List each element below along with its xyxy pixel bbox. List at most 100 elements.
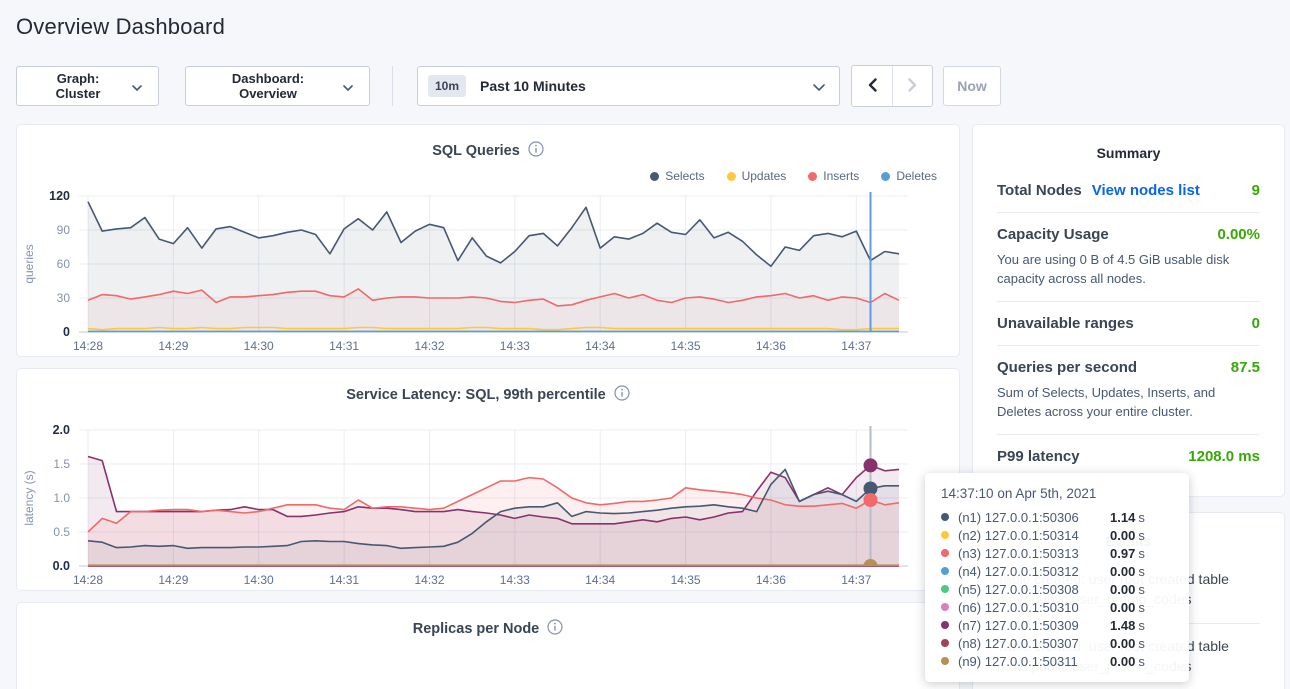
charts-column: SQL Queries Selects Updates Inserts Dele…	[16, 124, 960, 689]
time-prev-button[interactable]	[852, 66, 892, 106]
node-dot-icon	[941, 513, 949, 521]
summary-panel: Summary Total Nodes View nodes list 9 Ca…	[972, 124, 1285, 497]
sql-queries-chart[interactable]: 14:28 14:29 14:30 14:31 14:32 14:33 14:34 14:35…	[17, 186, 961, 356]
replicas-per-node-title: Replicas per Node	[413, 621, 540, 637]
svg-text:queries: queries	[22, 244, 36, 283]
updates-dot-icon	[727, 172, 736, 181]
sql-queries-legend: Selects Updates Inserts Deletes	[17, 162, 959, 184]
node-dot-icon	[941, 585, 949, 593]
summary-title: Summary	[997, 141, 1260, 169]
chevron-right-icon	[908, 78, 917, 95]
info-icon[interactable]	[528, 141, 544, 162]
page-title: Overview Dashboard	[16, 14, 1290, 40]
tooltip-row-n7: (n7) 127.0.0.1:503091.48s	[941, 616, 1173, 634]
tooltip-row-n1: (n1) 127.0.0.1:503061.14s	[941, 508, 1173, 526]
qps-value: 87.5	[1231, 359, 1260, 376]
tooltip-row-n9: (n9) 127.0.0.1:503110.00s	[941, 652, 1173, 670]
node-dot-icon	[941, 621, 949, 629]
tooltip-row-n4: (n4) 127.0.0.1:503120.00s	[941, 562, 1173, 580]
svg-text:14:30: 14:30	[244, 573, 274, 587]
info-icon[interactable]	[547, 619, 563, 640]
selects-dot-icon	[650, 172, 659, 181]
inserts-dot-icon	[808, 172, 817, 181]
controls-divider	[392, 66, 393, 106]
node-dot-icon	[941, 657, 949, 665]
time-next-button[interactable]	[892, 66, 932, 106]
svg-text:0.0: 0.0	[53, 559, 70, 573]
summary-row-capacity-usage: Capacity Usage 0.00% You are using 0 B o…	[997, 212, 1260, 301]
sql-queries-card: SQL Queries Selects Updates Inserts Dele…	[16, 124, 960, 357]
svg-text:14:32: 14:32	[414, 339, 444, 353]
svg-text:14:35: 14:35	[671, 573, 701, 587]
summary-row-total-nodes: Total Nodes View nodes list 9	[997, 169, 1260, 212]
svg-text:latency (s): latency (s)	[22, 470, 36, 525]
legend-item-selects[interactable]: Selects	[650, 168, 704, 184]
svg-text:14:28: 14:28	[73, 339, 103, 353]
svg-text:60: 60	[57, 257, 71, 271]
summary-row-queries-per-second: Queries per second 87.5 Sum of Selects, …	[997, 345, 1260, 434]
node-dot-icon	[941, 549, 949, 557]
svg-text:14:33: 14:33	[500, 339, 530, 353]
svg-text:14:29: 14:29	[158, 339, 188, 353]
info-icon[interactable]	[614, 385, 630, 406]
chevron-down-icon	[132, 79, 142, 94]
graph-dropdown[interactable]: Graph: Cluster	[16, 66, 159, 106]
time-range-dropdown[interactable]: 10m Past 10 Minutes	[417, 66, 840, 106]
svg-text:1.0: 1.0	[53, 491, 70, 505]
svg-text:30: 30	[57, 291, 71, 305]
svg-text:14:28: 14:28	[73, 573, 103, 587]
service-latency-title: Service Latency: SQL, 99th percentile	[346, 387, 606, 403]
legend-item-inserts[interactable]: Inserts	[808, 168, 859, 184]
chevron-down-icon	[343, 79, 353, 94]
tooltip-row-n6: (n6) 127.0.0.1:503100.00s	[941, 598, 1173, 616]
dashboard-dropdown-label: Dashboard: Overview	[202, 71, 334, 101]
svg-text:1.5: 1.5	[53, 457, 70, 471]
svg-text:14:30: 14:30	[244, 339, 274, 353]
node-dot-icon	[941, 639, 949, 647]
capacity-usage-value: 0.00%	[1217, 226, 1260, 243]
svg-text:14:33: 14:33	[500, 573, 530, 587]
time-range-badge: 10m	[428, 75, 466, 97]
dashboard-dropdown[interactable]: Dashboard: Overview	[185, 66, 370, 106]
time-range-label: Past 10 Minutes	[480, 78, 586, 94]
replicas-per-node-card: Replicas per Node	[16, 602, 960, 689]
graph-dropdown-label: Graph: Cluster	[33, 71, 123, 101]
tooltip-row-n3: (n3) 127.0.0.1:503130.97s	[941, 544, 1173, 562]
sql-queries-title: SQL Queries	[432, 143, 520, 159]
node-dot-icon	[941, 531, 949, 539]
svg-text:0.5: 0.5	[53, 525, 70, 539]
unavailable-ranges-value: 0	[1252, 315, 1260, 332]
svg-text:90: 90	[57, 223, 71, 237]
view-nodes-link[interactable]: View nodes list	[1092, 182, 1200, 199]
overview-dashboard-page: Overview Dashboard Graph: Cluster Dashbo…	[0, 0, 1290, 689]
service-latency-chart[interactable]: 14:2814:2914:3014:3114:3214:3314:3414:35…	[17, 420, 961, 590]
service-latency-card: Service Latency: SQL, 99th percentile 14…	[16, 368, 960, 591]
svg-text:2.0: 2.0	[53, 423, 70, 437]
svg-text:14:29: 14:29	[158, 573, 188, 587]
now-button[interactable]: Now	[943, 66, 1001, 106]
p99-latency-value: 1208.0 ms	[1188, 448, 1260, 465]
summary-row-unavailable-ranges: Unavailable ranges 0	[997, 301, 1260, 345]
svg-text:14:36: 14:36	[756, 573, 786, 587]
time-step-buttons	[851, 65, 933, 107]
legend-item-deletes[interactable]: Deletes	[881, 168, 937, 184]
svg-text:14:34: 14:34	[585, 339, 615, 353]
svg-text:14:31: 14:31	[329, 573, 359, 587]
tooltip-row-n8: (n8) 127.0.0.1:503070.00s	[941, 634, 1173, 652]
svg-text:14:32: 14:32	[414, 573, 444, 587]
svg-text:120: 120	[49, 189, 70, 203]
legend-item-updates[interactable]: Updates	[727, 168, 787, 184]
svg-text:0: 0	[63, 325, 70, 339]
node-dot-icon	[941, 603, 949, 611]
svg-text:14:36: 14:36	[756, 339, 786, 353]
svg-text:14:31: 14:31	[329, 339, 359, 353]
chart-hover-tooltip: 14:37:10 on Apr 5th, 2021 (n1) 127.0.0.1…	[925, 473, 1189, 682]
chevron-down-icon	[813, 79, 825, 94]
chevron-left-icon	[868, 78, 877, 95]
svg-text:14:37: 14:37	[841, 573, 871, 587]
summary-row-p99-latency: P99 latency 1208.0 ms	[997, 434, 1260, 478]
tooltip-row-n5: (n5) 127.0.0.1:503080.00s	[941, 580, 1173, 598]
tooltip-row-n2: (n2) 127.0.0.1:503140.00s	[941, 526, 1173, 544]
svg-text:14:35: 14:35	[671, 339, 701, 353]
node-dot-icon	[941, 567, 949, 575]
